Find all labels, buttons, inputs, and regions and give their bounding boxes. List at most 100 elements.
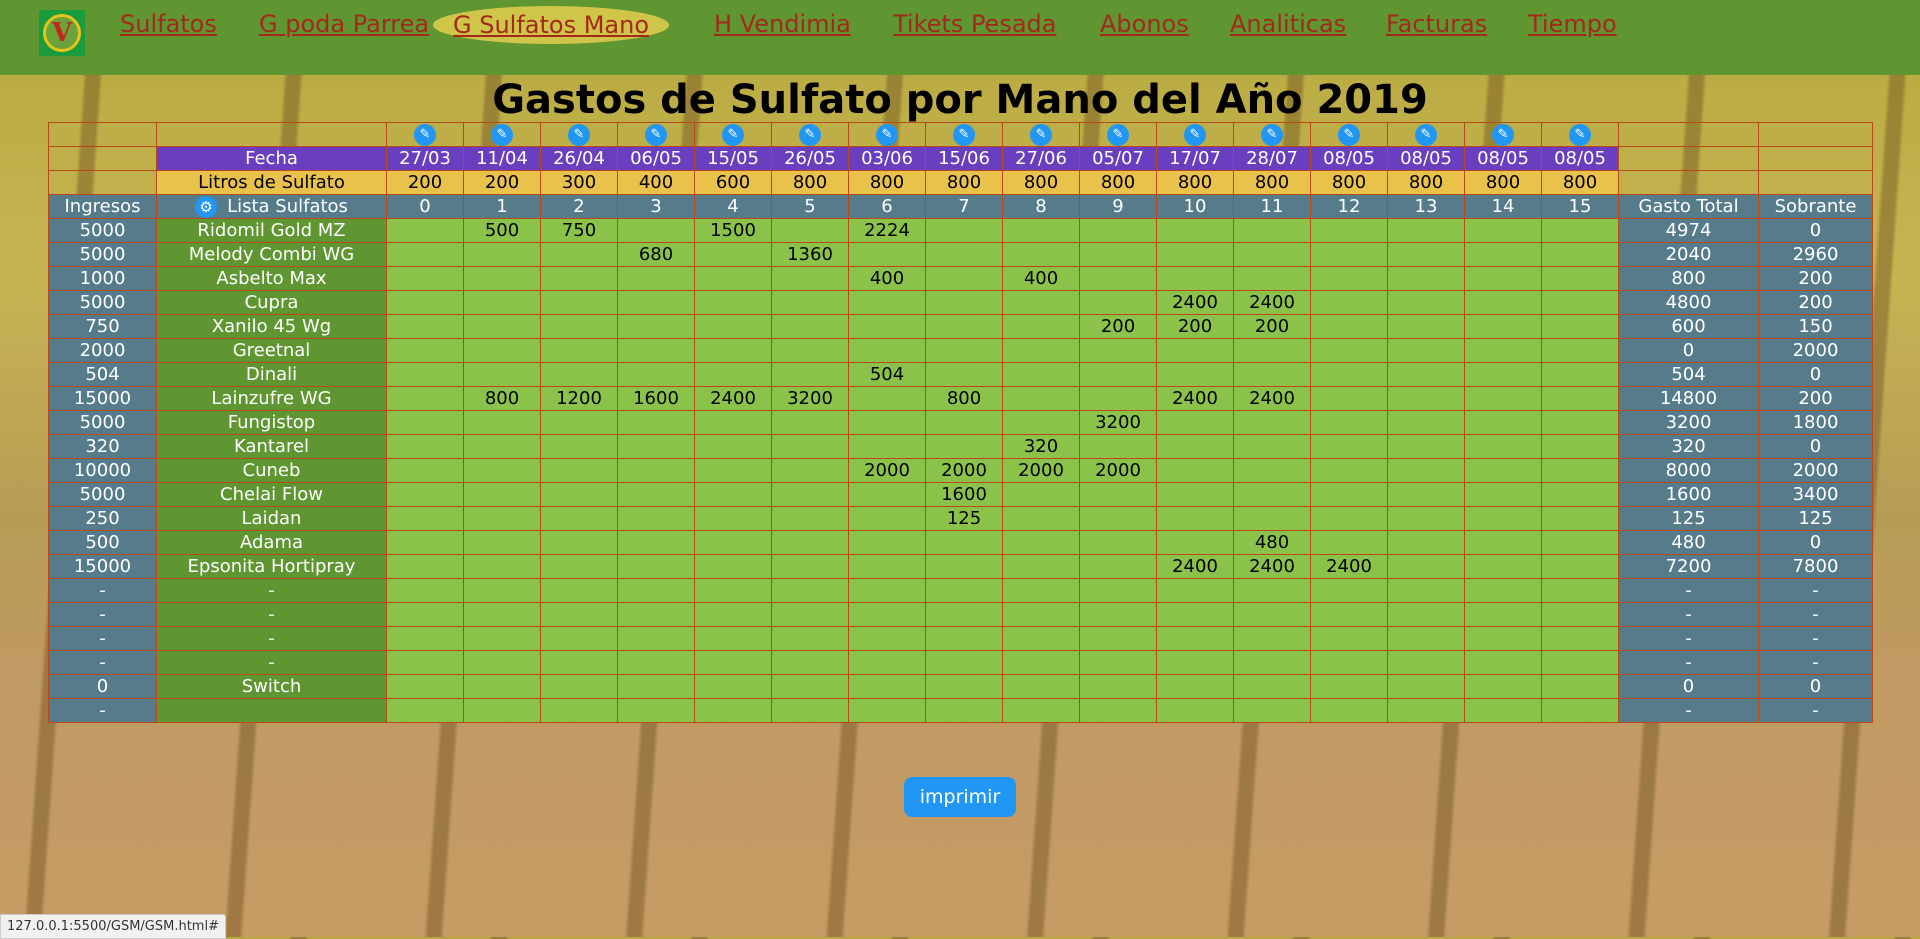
- usage-cell[interactable]: [1079, 674, 1157, 699]
- usage-cell[interactable]: [771, 434, 849, 459]
- usage-cell[interactable]: [617, 506, 695, 531]
- usage-cell[interactable]: [771, 626, 849, 651]
- usage-cell[interactable]: [1233, 482, 1311, 507]
- usage-cell[interactable]: [386, 266, 464, 291]
- nav-link-h-vendimia[interactable]: H Vendimia: [714, 9, 851, 39]
- usage-cell[interactable]: [694, 362, 772, 387]
- usage-cell[interactable]: [386, 386, 464, 411]
- usage-cell[interactable]: [1541, 266, 1619, 291]
- usage-cell[interactable]: [1310, 242, 1388, 267]
- usage-cell[interactable]: 3200: [771, 386, 849, 411]
- usage-cell[interactable]: [1079, 386, 1157, 411]
- usage-cell[interactable]: [617, 362, 695, 387]
- usage-cell[interactable]: [1079, 506, 1157, 531]
- usage-cell[interactable]: 2224: [848, 218, 926, 243]
- usage-cell[interactable]: 2400: [1310, 554, 1388, 579]
- pencil-icon[interactable]: ✎: [1030, 124, 1052, 146]
- usage-cell[interactable]: [771, 650, 849, 675]
- usage-cell[interactable]: [1233, 458, 1311, 483]
- usage-cell[interactable]: [694, 434, 772, 459]
- pencil-icon[interactable]: ✎: [645, 124, 667, 146]
- print-button[interactable]: imprimir: [904, 777, 1016, 817]
- usage-cell[interactable]: [1310, 338, 1388, 363]
- usage-cell[interactable]: [925, 434, 1003, 459]
- usage-cell[interactable]: [540, 506, 618, 531]
- pencil-icon[interactable]: ✎: [1569, 124, 1591, 146]
- pencil-icon[interactable]: ✎: [722, 124, 744, 146]
- usage-cell[interactable]: [1156, 410, 1234, 435]
- usage-cell[interactable]: [1464, 338, 1542, 363]
- usage-cell[interactable]: [1387, 338, 1465, 363]
- usage-cell[interactable]: [1387, 698, 1465, 723]
- usage-cell[interactable]: 2400: [694, 386, 772, 411]
- usage-cell[interactable]: [1079, 530, 1157, 555]
- usage-cell[interactable]: [463, 674, 541, 699]
- usage-cell[interactable]: [463, 338, 541, 363]
- usage-cell[interactable]: [1464, 578, 1542, 603]
- usage-cell[interactable]: [1541, 290, 1619, 315]
- usage-cell[interactable]: [1387, 482, 1465, 507]
- usage-cell[interactable]: [1310, 650, 1388, 675]
- usage-cell[interactable]: [1387, 650, 1465, 675]
- usage-cell[interactable]: [1387, 314, 1465, 339]
- usage-cell[interactable]: [1387, 674, 1465, 699]
- usage-cell[interactable]: [1156, 602, 1234, 627]
- usage-cell[interactable]: [848, 578, 926, 603]
- usage-cell[interactable]: [1233, 506, 1311, 531]
- usage-cell[interactable]: [1310, 386, 1388, 411]
- usage-cell[interactable]: [1079, 650, 1157, 675]
- usage-cell[interactable]: [1541, 242, 1619, 267]
- usage-cell[interactable]: [1079, 482, 1157, 507]
- usage-cell[interactable]: [1464, 362, 1542, 387]
- usage-cell[interactable]: [1464, 242, 1542, 267]
- usage-cell[interactable]: [694, 578, 772, 603]
- usage-cell[interactable]: [925, 314, 1003, 339]
- usage-cell[interactable]: [1079, 266, 1157, 291]
- usage-cell[interactable]: [1541, 482, 1619, 507]
- usage-cell[interactable]: [1387, 242, 1465, 267]
- usage-cell[interactable]: [1464, 674, 1542, 699]
- usage-cell[interactable]: [848, 386, 926, 411]
- usage-cell[interactable]: 2400: [1156, 386, 1234, 411]
- usage-cell[interactable]: [1541, 218, 1619, 243]
- usage-cell[interactable]: [1387, 266, 1465, 291]
- usage-cell[interactable]: [1156, 434, 1234, 459]
- usage-cell[interactable]: [463, 242, 541, 267]
- usage-cell[interactable]: [1002, 578, 1080, 603]
- usage-cell[interactable]: [1079, 338, 1157, 363]
- usage-cell[interactable]: [463, 290, 541, 315]
- usage-cell[interactable]: [925, 698, 1003, 723]
- usage-cell[interactable]: [848, 554, 926, 579]
- usage-cell[interactable]: [617, 290, 695, 315]
- usage-cell[interactable]: [463, 482, 541, 507]
- usage-cell[interactable]: [1387, 530, 1465, 555]
- usage-cell[interactable]: [1002, 530, 1080, 555]
- usage-cell[interactable]: [1002, 554, 1080, 579]
- usage-cell[interactable]: [1233, 698, 1311, 723]
- usage-cell[interactable]: 400: [1002, 266, 1080, 291]
- usage-cell[interactable]: [1002, 386, 1080, 411]
- usage-cell[interactable]: [1310, 626, 1388, 651]
- usage-cell[interactable]: [1310, 530, 1388, 555]
- nav-link-g-poda-parrea[interactable]: G poda Parrea: [259, 9, 429, 39]
- usage-cell[interactable]: [925, 266, 1003, 291]
- usage-cell[interactable]: [617, 434, 695, 459]
- usage-cell[interactable]: [386, 338, 464, 363]
- usage-cell[interactable]: [771, 482, 849, 507]
- usage-cell[interactable]: [1310, 266, 1388, 291]
- usage-cell[interactable]: [386, 314, 464, 339]
- usage-cell[interactable]: [617, 674, 695, 699]
- usage-cell[interactable]: [1464, 290, 1542, 315]
- usage-cell[interactable]: [1387, 626, 1465, 651]
- usage-cell[interactable]: [1464, 602, 1542, 627]
- usage-cell[interactable]: [1002, 626, 1080, 651]
- usage-cell[interactable]: [1541, 506, 1619, 531]
- usage-cell[interactable]: [386, 482, 464, 507]
- usage-cell[interactable]: [1079, 362, 1157, 387]
- usage-cell[interactable]: [386, 650, 464, 675]
- usage-cell[interactable]: [1541, 338, 1619, 363]
- usage-cell[interactable]: [1541, 434, 1619, 459]
- usage-cell[interactable]: [848, 482, 926, 507]
- usage-cell[interactable]: [463, 410, 541, 435]
- usage-cell[interactable]: [1541, 362, 1619, 387]
